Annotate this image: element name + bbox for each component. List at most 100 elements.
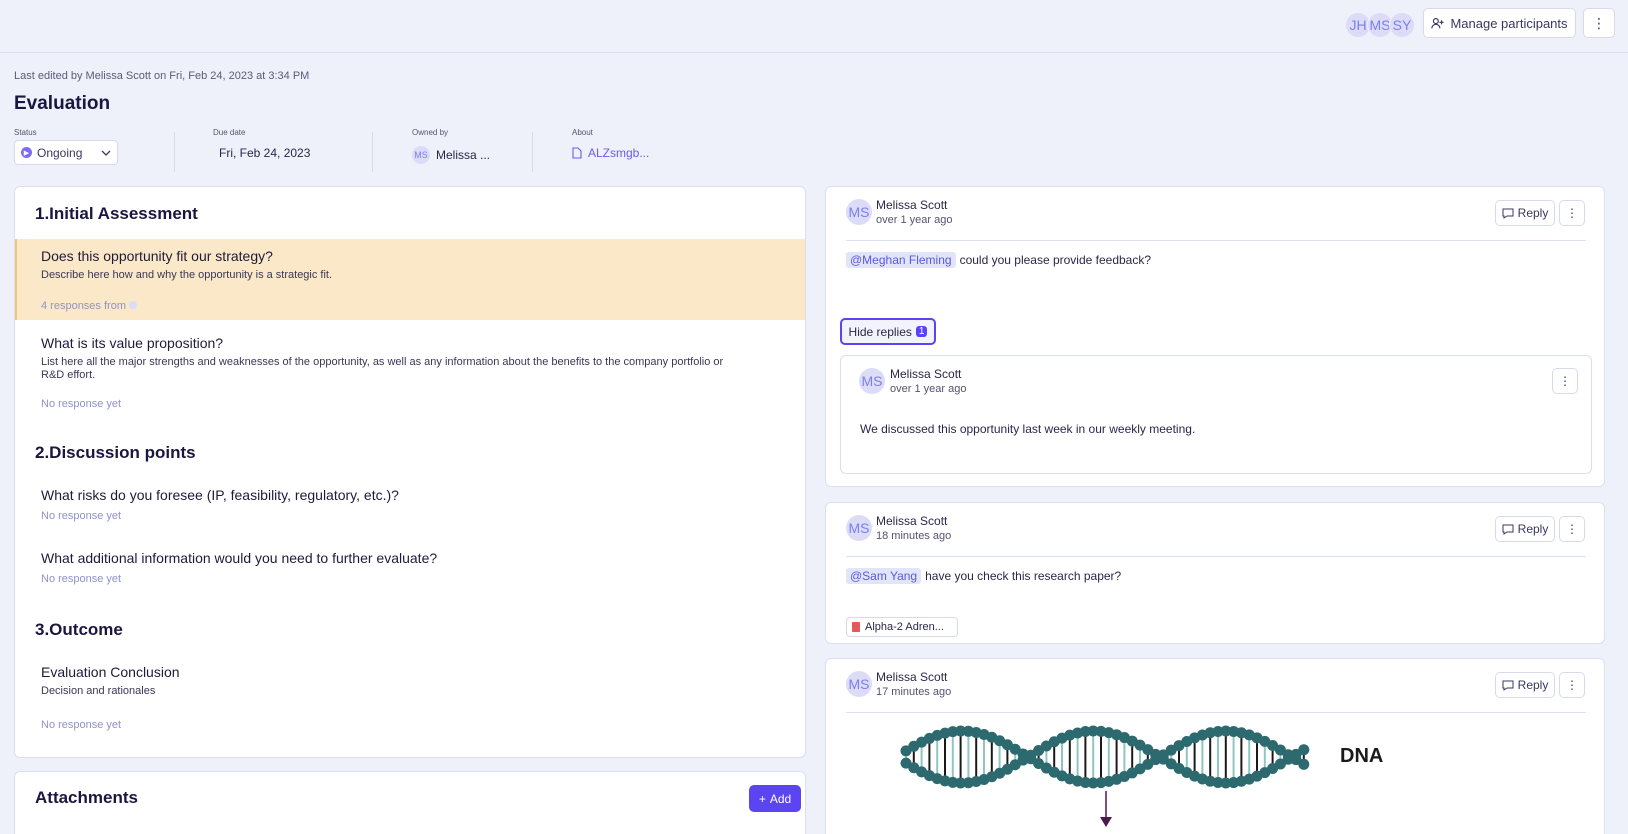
comment-more-button[interactable]: ⋮ — [1559, 200, 1585, 226]
manage-participants-label: Manage participants — [1450, 15, 1568, 31]
more-icon: ⋮ — [1566, 522, 1578, 536]
response-status: No response yet — [41, 573, 122, 585]
reply-label: Reply — [1517, 206, 1549, 220]
divider — [372, 132, 373, 172]
manage-participants-button[interactable]: Manage participants — [1423, 8, 1576, 38]
status-value: Ongoing — [37, 145, 83, 160]
mention-tag[interactable]: @Sam Yang — [846, 568, 922, 584]
avatar: MS — [859, 368, 885, 394]
comment-card: MS Melissa Scott 17 minutes ago Reply ⋮ … — [825, 658, 1605, 834]
section-title: 1.Initial Assessment — [35, 204, 198, 223]
dna-helix-image — [900, 725, 1310, 827]
reply-icon — [1502, 524, 1514, 535]
section-title: 2.Discussion points — [35, 443, 196, 462]
due-date-value[interactable]: Fri, Feb 24, 2023 — [213, 146, 310, 160]
document-icon — [572, 147, 582, 159]
file-attachment[interactable]: Alpha-2 Adren... — [846, 617, 958, 637]
section-title: 3.Outcome — [35, 620, 123, 639]
more-icon: ⋮ — [1592, 14, 1606, 31]
more-icon: ⋮ — [1566, 678, 1578, 692]
about-label: About — [572, 128, 593, 137]
reply-button[interactable]: Reply — [1495, 200, 1555, 226]
question-title: Evaluation Conclusion — [41, 664, 180, 680]
comment-author: Melissa Scott — [876, 198, 948, 212]
comment-text: could you please provide feedback? — [959, 253, 1152, 267]
page-title: Evaluation — [14, 93, 111, 114]
comment-more-button[interactable]: ⋮ — [1559, 516, 1585, 542]
comment-card: MS Melissa Scott 18 minutes ago Reply ⋮ … — [825, 502, 1605, 644]
comment-text: have you check this research paper? — [925, 569, 1122, 583]
comment-time: over 1 year ago — [876, 214, 953, 226]
comment-author: Melissa Scott — [876, 514, 948, 528]
dna-image-label: DNA — [1340, 745, 1384, 767]
hide-replies-button[interactable]: Hide replies 1 — [840, 318, 936, 345]
question-description: List here all the major strengths and we… — [41, 356, 724, 381]
owner-value[interactable]: MS Melissa ... — [412, 146, 490, 164]
attachments-card: Attachments + Add — [14, 771, 806, 834]
top-bar: JH MS SY Manage participants ⋮ — [0, 0, 1628, 53]
add-user-icon — [1431, 17, 1445, 28]
response-status: No response yet — [41, 719, 122, 731]
comment-author: Melissa Scott — [876, 670, 948, 684]
question-item[interactable]: What is its value proposition? List here… — [15, 335, 805, 415]
divider — [532, 132, 533, 172]
add-attachment-button[interactable]: + Add — [749, 785, 801, 812]
comment-card: MS Melissa Scott over 1 year ago Reply ⋮… — [825, 186, 1605, 487]
reply-icon — [1502, 208, 1514, 219]
nested-reply: MS Melissa Scott over 1 year ago ⋮ We di… — [840, 355, 1592, 474]
reply-label: Reply — [1517, 678, 1549, 692]
question-title: What is its value proposition? — [41, 335, 224, 351]
reply-time: over 1 year ago — [890, 383, 967, 395]
more-icon: ⋮ — [1566, 206, 1578, 220]
owner-field: Owned by MS Melissa ... — [412, 128, 490, 164]
comment-body: @Meghan Fleming could you please provide … — [846, 252, 1152, 268]
status-label: Status — [14, 128, 37, 137]
file-name: Alpha-2 Adren... — [865, 621, 944, 633]
dna-image[interactable] — [896, 719, 1316, 829]
reply-count-badge: 1 — [915, 326, 928, 337]
response-status: No response yet — [41, 398, 122, 410]
more-options-button[interactable]: ⋮ — [1583, 8, 1615, 38]
question-item[interactable]: Evaluation Conclusion Decision and ratio… — [15, 664, 805, 736]
avatar[interactable]: SY — [1389, 12, 1415, 38]
question-item[interactable]: What additional information would you ne… — [15, 550, 805, 590]
question-title: What additional information would you ne… — [41, 550, 438, 566]
reply-more-button[interactable]: ⋮ — [1552, 368, 1578, 394]
mention-tag[interactable]: @Meghan Fleming — [846, 252, 956, 268]
question-title: Does this opportunity fit our strategy? — [41, 248, 273, 264]
comment-time: 18 minutes ago — [876, 530, 952, 542]
avatar: MS — [846, 515, 872, 541]
divider — [174, 132, 175, 172]
more-icon: ⋮ — [1559, 374, 1571, 388]
divider — [846, 556, 1586, 557]
reply-button[interactable]: Reply — [1495, 672, 1555, 698]
status-select[interactable]: ▶ Ongoing — [14, 140, 118, 165]
about-value: ALZsmgb... — [588, 146, 650, 160]
comment-more-button[interactable]: ⋮ — [1559, 672, 1585, 698]
response-count: 4 responses from — [41, 300, 138, 312]
question-title: What risks do you foresee (IP, feasibili… — [41, 487, 399, 503]
due-date-field: Due date Fri, Feb 24, 2023 — [213, 128, 310, 160]
owner-name: Melissa ... — [436, 148, 491, 162]
divider — [846, 712, 1586, 713]
reply-label: Reply — [1517, 522, 1549, 536]
attachments-title: Attachments — [35, 788, 138, 807]
chevron-down-icon — [101, 150, 111, 156]
add-label: Add — [769, 791, 792, 806]
avatar: MS — [846, 199, 872, 225]
status-field: Status ▶ Ongoing — [14, 128, 118, 165]
reply-button[interactable]: Reply — [1495, 516, 1555, 542]
avatar: MS — [412, 146, 430, 164]
owner-label: Owned by — [412, 128, 449, 137]
about-field: About ALZsmgb... — [572, 128, 649, 160]
comment-time: 17 minutes ago — [876, 686, 952, 698]
question-description: Describe here how and why the opportunit… — [41, 269, 333, 281]
divider — [846, 240, 1586, 241]
pdf-icon — [852, 622, 860, 632]
last-edited-text: Last edited by Melissa Scott on Fri, Feb… — [14, 70, 310, 82]
participant-avatars[interactable]: JH MS SY — [1345, 12, 1415, 38]
question-item[interactable]: What risks do you foresee (IP, feasibili… — [15, 487, 805, 527]
question-description: Decision and rationales — [41, 685, 156, 697]
about-link[interactable]: ALZsmgb... — [572, 146, 649, 160]
question-item[interactable]: Does this opportunity fit our strategy? … — [15, 239, 805, 320]
